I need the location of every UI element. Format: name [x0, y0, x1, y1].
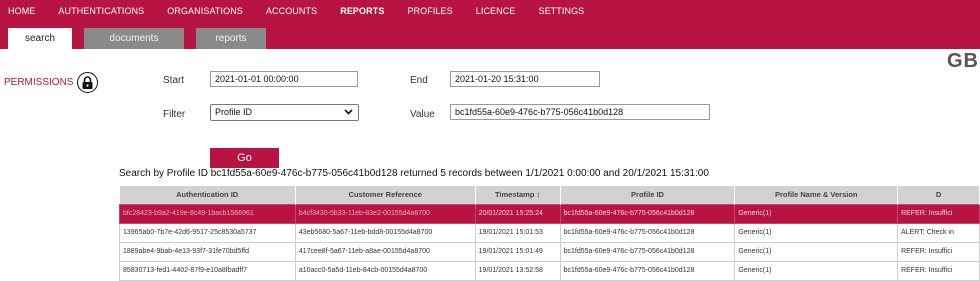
nav-home[interactable]: HOME	[8, 6, 35, 20]
table-row[interactable]: 1889abe4-9bab-4e13-93f7-31fe70bd5ffd 417…	[119, 241, 980, 262]
table-row[interactable]: 13965ab0-7b7e-42d6-9517-25c8530a5737 43e…	[119, 222, 980, 243]
col-timestamp[interactable]: Timestamp ↕	[475, 186, 561, 204]
cell-profile-id: bc1fd55a-60e9-476c-b775-056c41b0d128	[559, 260, 736, 281]
filter-select-value: Profile ID	[215, 107, 253, 117]
start-input[interactable]: 2021-01-01 00:00:00	[210, 71, 358, 87]
cell-customer-reference: b4cf3430-5b33-11eb-83e2-00155d4a8700	[294, 203, 476, 224]
nav-authentications[interactable]: AUTHENTICATIONS	[58, 6, 144, 20]
nav-accounts[interactable]: ACCOUNTS	[266, 6, 317, 20]
tab-documents[interactable]: documents	[84, 28, 184, 49]
lock-icon[interactable]	[77, 72, 99, 93]
cell-profile-id: bc1fd55a-60e9-476c-b775-056c41b0d128	[559, 222, 736, 243]
cell-profile-id: bc1fd55a-60e9-476c-b775-056c41b0d128	[559, 203, 736, 224]
nav-settings[interactable]: SETTINGS	[538, 6, 584, 20]
cell-customer-reference: 417cee8f-5a67-11eb-a8ae-00155d4a8700	[294, 241, 476, 262]
col-authentication-id[interactable]: Authentication ID	[119, 186, 296, 204]
cell-timestamp: 19/01/2021 15:01:49	[474, 241, 561, 262]
cell-authentication-id[interactable]: 13965ab0-7b7e-42d6-9517-25c8530a5737	[119, 222, 296, 243]
search-summary: Search by Profile ID bc1fd55a-60e9-476c-…	[119, 168, 709, 179]
nav-organisations[interactable]: ORGANISATIONS	[167, 6, 243, 20]
cell-description: REFER: Insuffici	[897, 260, 980, 281]
table-row[interactable]: 85830713-fed1-4402-87f9-e10a8fbadff7 a10…	[119, 260, 980, 281]
filter-select[interactable]: Profile ID	[210, 104, 359, 121]
cell-customer-reference: 43eb5680-5a67-11eb-bdd8-00155d4a8700	[294, 222, 476, 243]
start-label: Start	[163, 75, 185, 86]
cell-profile-id: bc1fd55a-60e9-476c-b775-056c41b0d128	[559, 241, 736, 262]
end-input[interactable]: 2021-01-20 15:31:00	[450, 71, 600, 87]
nav-reports[interactable]: REPORTS	[340, 6, 384, 20]
table-row[interactable]: bfc28423-b9a2-419e-8c49-1bacb1566961 b4c…	[119, 203, 980, 224]
results-table: Authentication ID Customer Reference Tim…	[119, 186, 980, 281]
value-label: Value	[410, 109, 435, 120]
chevron-down-icon	[344, 108, 353, 118]
cell-description: ALERT: Check in	[897, 222, 980, 243]
sub-tabs: search documents reports	[8, 28, 278, 49]
cell-profile-name: Generic(1)	[734, 260, 899, 281]
permissions-link[interactable]: PERMISSIONS	[4, 72, 99, 93]
col-description[interactable]: D	[897, 186, 980, 204]
tab-reports[interactable]: reports	[196, 28, 266, 49]
table-header-row: Authentication ID Customer Reference Tim…	[119, 186, 980, 204]
brand-logo: GB	[947, 50, 979, 72]
cell-authentication-id[interactable]: 85830713-fed1-4402-87f9-e10a8fbadff7	[119, 260, 296, 281]
main-menu: HOME AUTHENTICATIONS ORGANISATIONS ACCOU…	[0, 6, 599, 20]
cell-timestamp: 19/01/2021 13:52:58	[474, 260, 561, 281]
cell-profile-name: Generic(1)	[734, 241, 899, 262]
col-profile-name-version[interactable]: Profile Name & Version	[734, 186, 899, 204]
cell-description: REFER: Insuffici	[897, 203, 980, 224]
col-customer-reference[interactable]: Customer Reference	[295, 186, 476, 204]
top-navigation-bar: HOME AUTHENTICATIONS ORGANISATIONS ACCOU…	[0, 0, 980, 49]
go-button[interactable]: Go	[210, 148, 279, 168]
col-profile-id[interactable]: Profile ID	[560, 186, 736, 204]
value-input[interactable]: bc1fd55a-60e9-476c-b775-056c41b0d128	[450, 104, 710, 120]
cell-profile-name: Generic(1)	[734, 203, 899, 224]
permissions-label: PERMISSIONS	[4, 77, 74, 88]
end-label: End	[410, 75, 428, 86]
tab-search[interactable]: search	[8, 28, 72, 49]
nav-licence[interactable]: LICENCE	[476, 6, 516, 20]
nav-profiles[interactable]: PROFILES	[407, 6, 452, 20]
cell-timestamp: 19/01/2021 15:01:53	[474, 222, 561, 243]
filter-label: Filter	[163, 109, 186, 120]
cell-profile-name: Generic(1)	[734, 222, 899, 243]
cell-description: REFER: Insuffici	[897, 241, 980, 262]
cell-authentication-id[interactable]: bfc28423-b9a2-419e-8c49-1bacb1566961	[119, 203, 296, 224]
cell-timestamp: 20/01/2021 15:25:24	[474, 203, 561, 224]
cell-customer-reference: a10acc0-5a5d-11eb-84cb-00155d4a8700	[294, 260, 476, 281]
cell-authentication-id[interactable]: 1889abe4-9bab-4e13-93f7-31fe70bd5ffd	[119, 241, 296, 262]
